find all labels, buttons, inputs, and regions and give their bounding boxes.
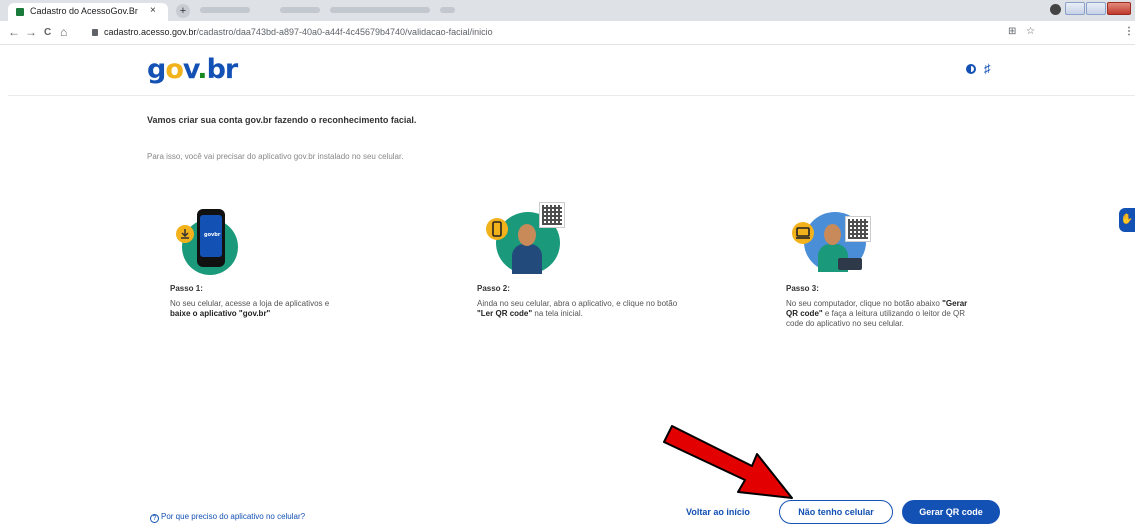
qr-code-icon	[539, 202, 565, 228]
person-head	[518, 224, 536, 246]
url-field[interactable]: cadastro.acesso.gov.br/cadastro/daa743bd…	[104, 27, 493, 37]
step3-text-normal: No seu computador, clique no botão abaix…	[786, 299, 940, 308]
back-icon[interactable]: ←	[8, 25, 20, 39]
help-link[interactable]: ? Por que preciso do aplicativo no celula…	[150, 512, 305, 523]
translate-icon[interactable]: ⊞	[1008, 26, 1016, 37]
phone-badge-icon	[486, 218, 508, 240]
new-tab-button[interactable]: +	[176, 4, 190, 18]
logo-letter: g	[147, 54, 166, 85]
menu-icon[interactable]: ⋮	[1124, 26, 1134, 37]
vlibras-icon[interactable]: ♯	[984, 61, 991, 76]
step1-illustration: govbr	[168, 205, 248, 285]
generate-qr-button[interactable]: Gerar QR code	[902, 500, 1000, 524]
red-arrow-annotation	[663, 425, 793, 499]
step2-text-normal: Ainda no seu celular, abra o aplicativo,…	[477, 299, 678, 308]
step2-text-after: na tela inicial.	[534, 309, 583, 318]
lock-icon[interactable]	[92, 29, 98, 36]
blurred-tab[interactable]	[200, 7, 250, 13]
forward-icon[interactable]: →	[25, 25, 37, 39]
logo-letter: .	[197, 54, 207, 85]
step3-title: Passo 3:	[786, 284, 819, 293]
step2-text: Ainda no seu celular, abra o aplicativo,…	[477, 299, 692, 319]
page-title: Vamos criar sua conta gov.br fazendo o r…	[147, 115, 417, 125]
step1-title: Passo 1:	[170, 284, 203, 293]
maximize-button[interactable]	[1086, 2, 1106, 15]
reload-icon[interactable]: C	[44, 27, 51, 38]
close-window-button[interactable]	[1107, 2, 1131, 15]
header-divider	[8, 95, 1135, 96]
govbr-logo[interactable]: gov.br	[147, 54, 239, 85]
window-controls	[1065, 2, 1131, 16]
profile-icon[interactable]	[1050, 4, 1061, 15]
logo-letter: v	[182, 54, 198, 85]
download-icon	[176, 225, 194, 243]
favicon-icon	[16, 8, 24, 16]
qr-pattern	[848, 219, 868, 239]
tab-close-icon[interactable]: ×	[150, 5, 156, 16]
step2-text-bold: "Ler QR code"	[477, 309, 533, 318]
step3-text: No seu computador, clique no botão abaix…	[786, 299, 976, 329]
blurred-tab[interactable]	[280, 7, 320, 13]
browser-tab[interactable]: Cadastro do AcessoGov.Br ×	[8, 3, 168, 21]
person-body	[512, 244, 542, 274]
phone-icon: govbr	[197, 209, 225, 267]
accessibility-widget-icon[interactable]: ✋	[1119, 208, 1135, 232]
home-icon[interactable]: ⌂	[60, 25, 67, 39]
address-bar-row: ← → C ⌂ cadastro.acesso.gov.br/cadastro/…	[0, 21, 1135, 45]
browser-tab-bar: Cadastro do AcessoGov.Br × +	[0, 0, 1135, 21]
blurred-tab[interactable]	[440, 7, 455, 13]
url-path: /cadastro/daa743bd-a897-40a0-a44f-4c4567…	[196, 27, 493, 37]
laptop-icon	[838, 258, 862, 270]
step1-text-bold: baixe o aplicativo "gov.br"	[170, 309, 271, 318]
step1-text-normal: No seu celular, acesse a loja de aplicat…	[170, 299, 330, 308]
tab-title: Cadastro do AcessoGov.Br	[30, 6, 138, 16]
phone-logo: govbr	[204, 232, 221, 238]
qr-code-icon	[845, 216, 871, 242]
url-domain: cadastro.acesso.gov.br	[104, 27, 197, 37]
step2-illustration	[484, 198, 565, 278]
blurred-tab[interactable]	[330, 7, 430, 13]
step1-text: No seu celular, acesse a loja de aplicat…	[170, 299, 370, 319]
back-to-start-link[interactable]: Voltar ao início	[686, 507, 750, 517]
step3-illustration	[790, 202, 871, 282]
logo-letter: o	[165, 54, 184, 85]
person-head	[824, 224, 841, 245]
page-subtitle: Para isso, você vai precisar do aplicati…	[147, 152, 404, 161]
qr-pattern	[542, 205, 562, 225]
computer-badge-icon	[792, 222, 814, 244]
phone-screen: govbr	[200, 215, 222, 257]
minimize-button[interactable]	[1065, 2, 1085, 15]
contrast-icon[interactable]	[966, 64, 976, 74]
step2-title: Passo 2:	[477, 284, 510, 293]
logo-letter: br	[206, 54, 239, 85]
help-link-text: Por que preciso do aplicativo no celular…	[161, 512, 306, 521]
star-icon[interactable]: ☆	[1026, 26, 1035, 37]
